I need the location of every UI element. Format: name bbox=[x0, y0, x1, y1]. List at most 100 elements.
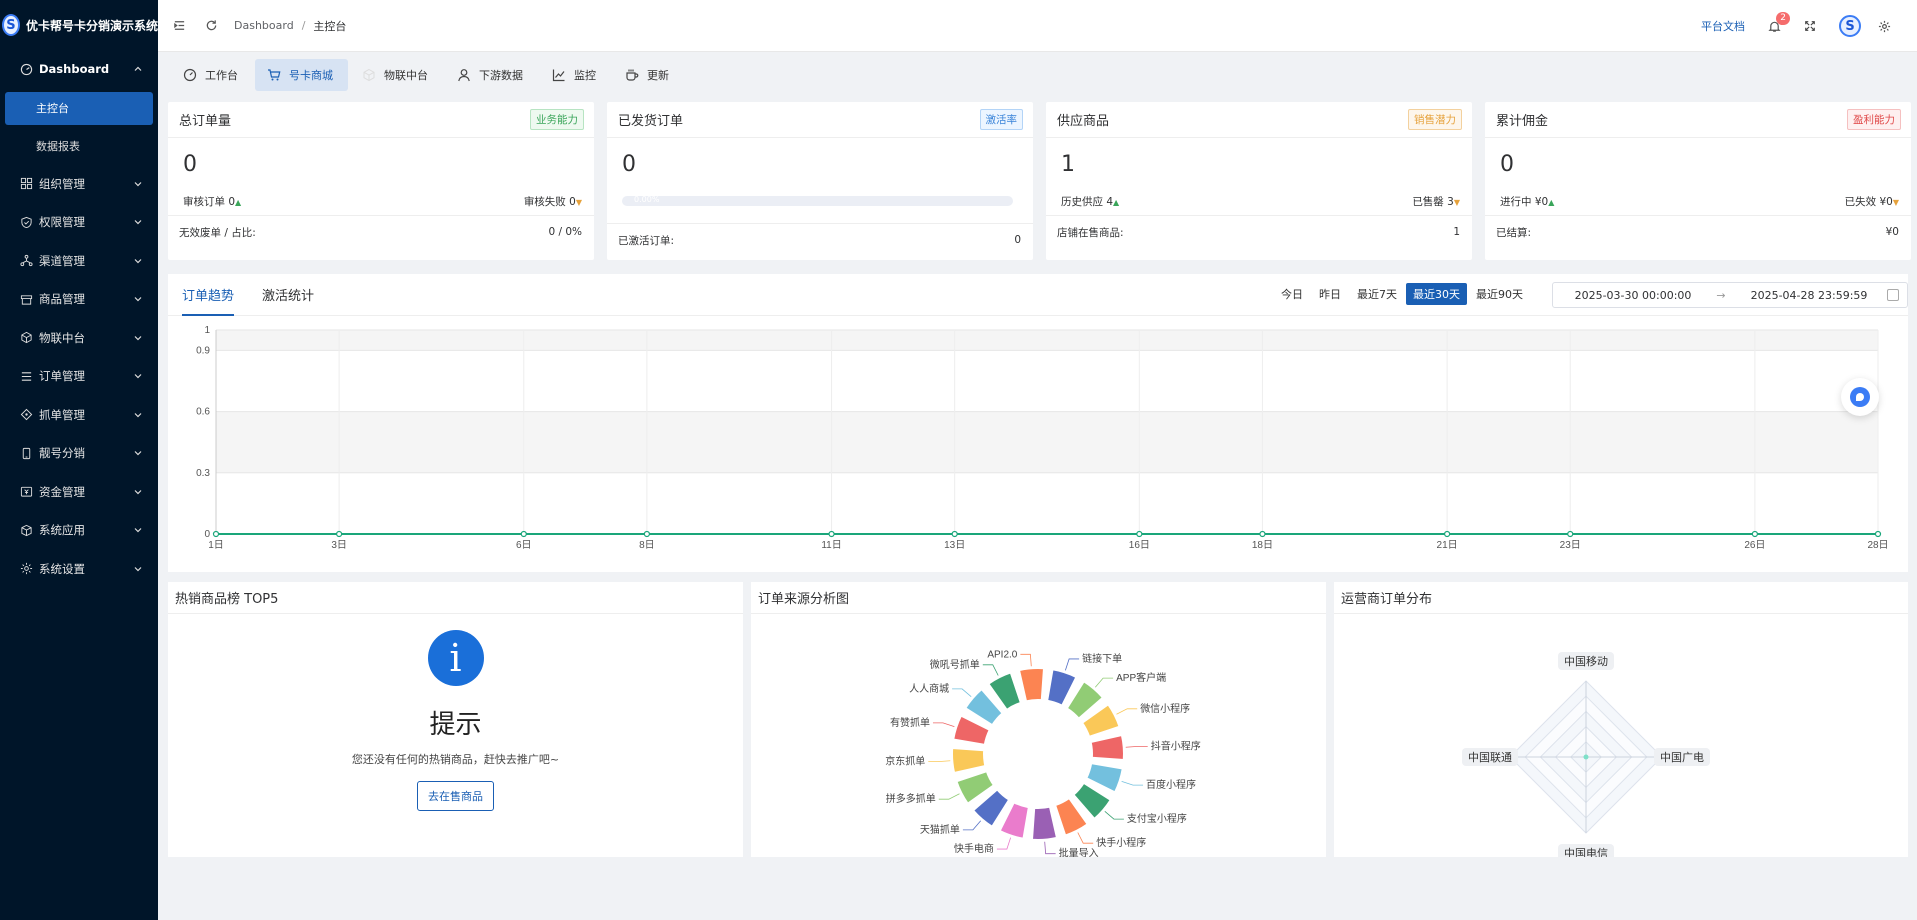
radar-indicator-label: 中国联通 bbox=[1468, 751, 1512, 764]
tab-1[interactable]: 号卡商城 bbox=[255, 58, 348, 91]
fullscreen-icon[interactable] bbox=[1803, 19, 1817, 33]
refresh-icon[interactable] bbox=[204, 19, 218, 33]
pie-slice[interactable] bbox=[1089, 734, 1125, 762]
app-title: 优卡帮号卡分销演示系统 bbox=[25, 18, 158, 33]
range-90days-button[interactable]: 最近90天 bbox=[1469, 283, 1530, 305]
pie-slice[interactable] bbox=[951, 746, 987, 774]
sidebar-item-label: 订单管理 bbox=[39, 369, 85, 384]
date-range-picker[interactable]: 2025-03-30 00:00:00 → 2025-04-28 23:59:5… bbox=[1552, 282, 1908, 308]
breadcrumb-current: 主控台 bbox=[313, 19, 347, 33]
coffee-icon bbox=[625, 68, 639, 82]
empty-title: 提示 bbox=[429, 710, 482, 740]
sidebar-item-2[interactable]: 权限管理 bbox=[0, 203, 158, 242]
sidebar-item-8[interactable]: 靓号分销 bbox=[0, 434, 158, 473]
logo-icon: S bbox=[2, 14, 20, 36]
sidebar-item-11[interactable]: 系统设置 bbox=[0, 550, 158, 589]
sidebar-item-label: 物联中台 bbox=[39, 330, 85, 345]
pie-label: 京东抓单 bbox=[885, 755, 925, 768]
sidebar-item-7[interactable]: 抓单管理 bbox=[0, 396, 158, 435]
sidebar-item-1[interactable]: 组织管理 bbox=[0, 165, 158, 204]
app-logo[interactable]: S 优卡帮号卡分销演示系统 bbox=[0, 0, 158, 50]
radar-indicator-label: 中国移动 bbox=[1564, 655, 1608, 668]
breadcrumb-dashboard[interactable]: Dashboard bbox=[234, 19, 294, 32]
pie-slice[interactable] bbox=[1018, 667, 1046, 703]
tab-4[interactable]: 监控 bbox=[540, 59, 611, 91]
gauge-icon bbox=[183, 68, 197, 82]
money-icon bbox=[19, 485, 33, 499]
sidebar-subitem-0[interactable]: 主控台 bbox=[5, 91, 153, 125]
sidebar-subitem-1[interactable]: 数据报表 bbox=[0, 127, 158, 165]
chevron-up-icon bbox=[134, 66, 142, 72]
range-7days-button[interactable]: 最近7天 bbox=[1350, 283, 1404, 305]
sidebar-item-9[interactable]: 资金管理 bbox=[0, 473, 158, 512]
diamond-icon bbox=[19, 408, 33, 422]
chart-tab-order-trend[interactable]: 订单趋势 bbox=[182, 274, 235, 316]
tab-label: 更新 bbox=[647, 68, 669, 82]
date-range-arrow: → bbox=[1716, 288, 1726, 302]
chat-float-button[interactable] bbox=[1841, 378, 1879, 416]
tab-3[interactable]: 下游数据 bbox=[445, 59, 538, 91]
pie-slice[interactable] bbox=[1030, 805, 1058, 841]
chart-tab-activation-stats[interactable]: 激活统计 bbox=[262, 274, 314, 315]
sidebar-item-label: 商品管理 bbox=[39, 292, 85, 307]
sidebar-item-3[interactable]: 渠道管理 bbox=[0, 242, 158, 281]
sidebar-item-label: 渠道管理 bbox=[39, 253, 85, 268]
range-today-button[interactable]: 今日 bbox=[1274, 283, 1310, 305]
x-tick-label: 21日 bbox=[1437, 540, 1458, 551]
date-end-input[interactable]: 2025-04-28 23:59:59 bbox=[1729, 289, 1889, 302]
sidebar-item-4[interactable]: 商品管理 bbox=[0, 280, 158, 319]
sidebar-item-label: 权限管理 bbox=[39, 215, 85, 230]
order-source-title: 订单来源分析图 bbox=[751, 582, 1326, 614]
stat-tag: 销售潜力 bbox=[1408, 109, 1462, 130]
stat-tag: 盈利能力 bbox=[1847, 109, 1901, 130]
x-tick-label: 3日 bbox=[331, 540, 347, 551]
sidebar-item-6[interactable]: 订单管理 bbox=[0, 357, 158, 396]
pie-label: 天猫抓单 bbox=[920, 823, 960, 836]
pie-label-line bbox=[962, 820, 982, 831]
sidebar-item-label: 系统设置 bbox=[39, 561, 85, 576]
series-point bbox=[1751, 530, 1758, 538]
grid-band bbox=[216, 411, 1878, 473]
platform-docs-link[interactable]: 平台文档 bbox=[1701, 18, 1745, 34]
radar-indicator-label: 中国电信 bbox=[1564, 847, 1608, 857]
gear-icon bbox=[19, 562, 33, 576]
pie-label-line bbox=[932, 722, 955, 728]
cube-icon bbox=[19, 331, 33, 345]
sidebar-item-10[interactable]: 系统应用 bbox=[0, 511, 158, 550]
stat-card-0: 总订单量 业务能力 0 审核订单 0▲ 审核失败 0▼ 无效废单 / 占比: 0 / 0% bbox=[168, 102, 594, 260]
range-yesterday-button[interactable]: 昨日 bbox=[1312, 283, 1348, 305]
pie-label-line bbox=[1044, 841, 1056, 855]
box-icon bbox=[19, 523, 33, 537]
date-start-input[interactable]: 2025-03-30 00:00:00 bbox=[1553, 289, 1713, 302]
y-tick-label: 0 bbox=[204, 529, 210, 540]
sidebar-item-0[interactable]: Dashboard bbox=[0, 50, 158, 89]
gear-icon[interactable] bbox=[1877, 19, 1891, 33]
stat-left: 审核订单 0▲ bbox=[183, 196, 242, 208]
range-30days-button[interactable]: 最近30天 bbox=[1406, 283, 1467, 305]
pie-label: 链接下单 bbox=[1082, 652, 1122, 665]
sidebar-item-label: Dashboard bbox=[39, 62, 110, 77]
avatar[interactable]: S bbox=[1839, 15, 1861, 37]
calendar-icon[interactable] bbox=[1887, 289, 1899, 301]
tab-5[interactable]: 更新 bbox=[613, 59, 684, 91]
go-on-sale-button[interactable]: 去在售商品 bbox=[417, 781, 494, 811]
stat-card-1: 已发货订单 激活率 0 0.00% 已激活订单: 0 bbox=[607, 102, 1033, 260]
operator-distribution-title: 运营商订单分布 bbox=[1334, 582, 1908, 614]
trend-up-icon: ▲ bbox=[1548, 198, 1555, 207]
sidebar-item-5[interactable]: 物联中台 bbox=[0, 319, 158, 358]
bell-icon[interactable]: 2 bbox=[1767, 12, 1790, 33]
chevron-down-icon bbox=[134, 335, 142, 341]
chevron-down-icon bbox=[134, 566, 142, 572]
collapse-menu-icon[interactable] bbox=[172, 19, 186, 33]
trend-up-icon: ▲ bbox=[235, 198, 242, 207]
top-header: Dashboard / 主控台 平台文档 2 S bbox=[158, 0, 1917, 52]
order-trend-chart: 00.30.60.911日 3日 6日 8日 11日 13日 16日 18日 21日 23日 26日… bbox=[196, 325, 1888, 551]
tab-2[interactable]: 物联中台 bbox=[350, 59, 443, 91]
sidebar-item-label: 组织管理 bbox=[39, 176, 85, 191]
series-point bbox=[1874, 530, 1882, 538]
trend-down-icon: ▼ bbox=[1453, 198, 1460, 207]
tab-0[interactable]: 工作台 bbox=[171, 59, 253, 91]
order-source-chart: 链接下单 APP客户端微信小程序抖音小程序百度小程序支付宝小程序快手小程序批量导入… bbox=[885, 649, 1200, 859]
chevron-down-icon bbox=[134, 220, 142, 225]
pie-label: 拼多多抓单 bbox=[886, 792, 936, 805]
